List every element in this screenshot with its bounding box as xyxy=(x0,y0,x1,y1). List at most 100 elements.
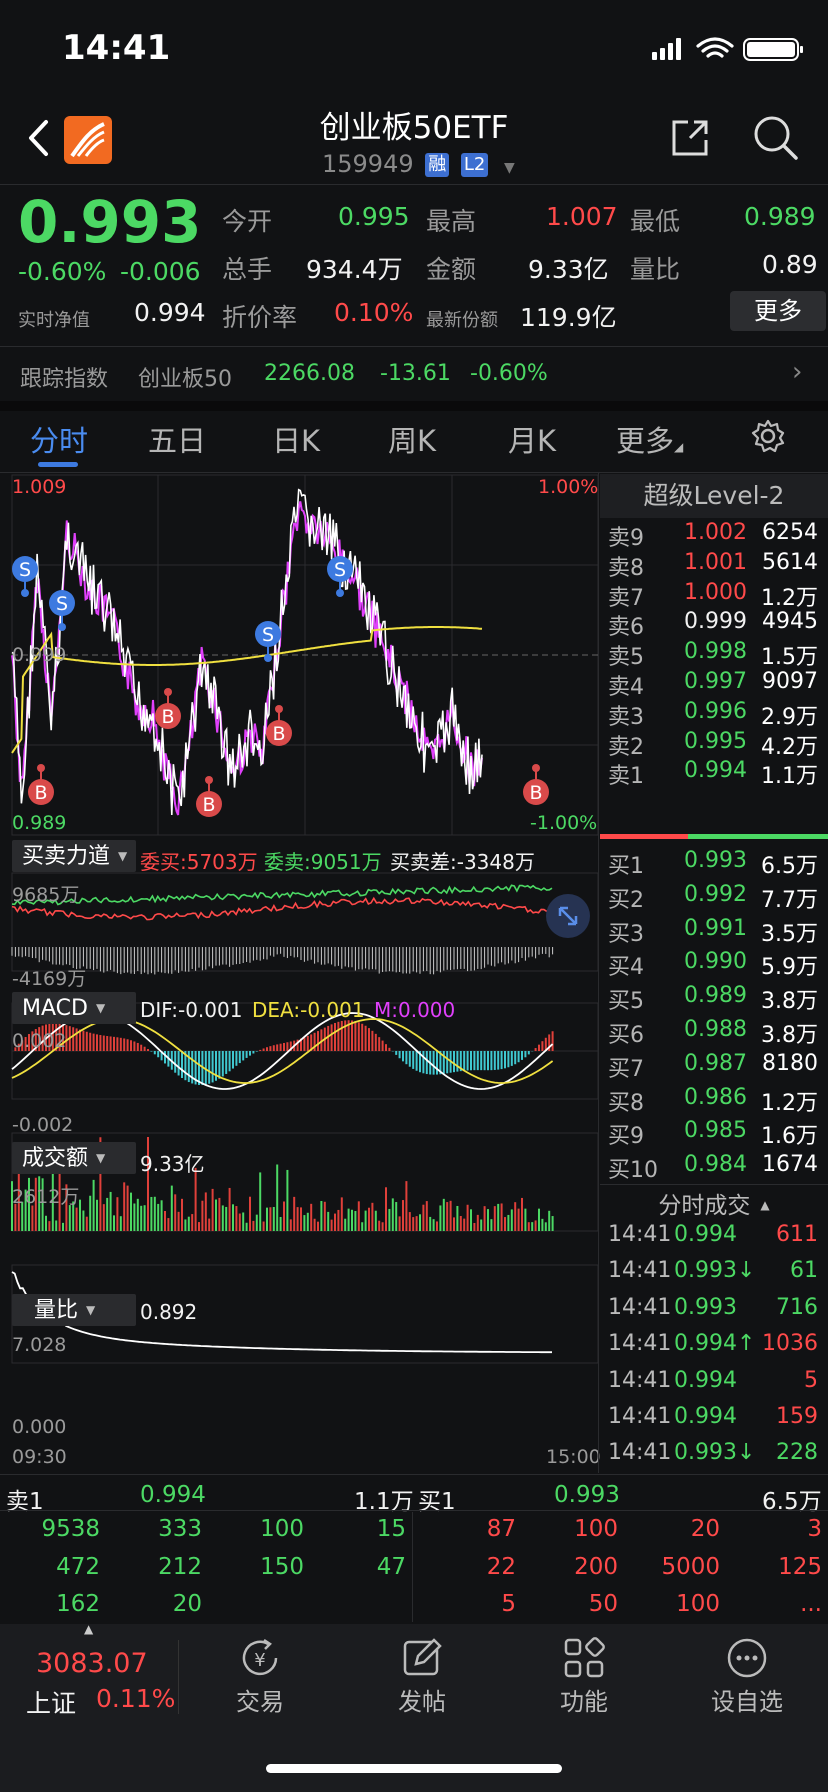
macd-indicator-selector[interactable]: MACD ▼ xyxy=(12,992,136,1024)
queue-sell-cell: 333 xyxy=(158,1516,202,1542)
tab-daily-k[interactable]: 日K xyxy=(272,418,320,460)
marker-dot xyxy=(336,589,344,597)
queue-sell-cell: 212 xyxy=(158,1553,202,1580)
queue-buy-cell: 87 xyxy=(486,1516,516,1542)
turnover-indicator-selector[interactable]: 成交额 ▼ xyxy=(12,1142,136,1174)
bid-price: 0.992 xyxy=(684,881,747,907)
trade-row: 14:41 0.994 159 xyxy=(600,1402,828,1438)
chevron-down-icon[interactable]: ▼ xyxy=(504,160,515,176)
macd-bottom: -0.002 xyxy=(12,1114,74,1136)
tracking-index-row[interactable]: 跟踪指数 创业板50 2266.08 -13.61 -0.60% › xyxy=(0,347,828,401)
bid-row[interactable]: 买10 0.984 1674 xyxy=(600,1150,828,1184)
ask-price: 0.997 xyxy=(684,669,747,694)
orderbook-title[interactable]: 超级Level-2 xyxy=(600,474,828,518)
power-sell: 委卖:9051万 xyxy=(264,850,382,874)
shares-label: 最新份额 xyxy=(426,310,498,331)
trade-row: 14:41 0.993↓ 228 xyxy=(600,1438,828,1474)
marker-dot xyxy=(37,764,45,772)
last-price: 0.993 xyxy=(18,188,202,256)
ask-price: 1.002 xyxy=(684,520,747,545)
nav-post[interactable]: 发帖 xyxy=(347,1630,497,1720)
power-indicator-selector[interactable]: 买卖力道 ▼ xyxy=(12,840,136,872)
grid-icon xyxy=(564,1637,605,1678)
marker-label: S xyxy=(19,559,31,581)
trade-volume: 1036 xyxy=(762,1331,818,1357)
edit-icon xyxy=(403,1638,442,1676)
more-button[interactable]: 更多 xyxy=(730,291,826,331)
nav-value: 0.994 xyxy=(134,298,206,327)
queue-buy-cell: 22 xyxy=(486,1553,516,1580)
settings-icon[interactable] xyxy=(750,418,786,454)
trade-volume: 611 xyxy=(776,1222,818,1247)
bid-row[interactable]: 买6 0.988 3.8万 xyxy=(600,1015,828,1049)
queue-sell-cell: 100 xyxy=(260,1516,304,1542)
turnover-title: 成交额 xyxy=(22,1146,89,1171)
queue-sell-cell: 9538 xyxy=(41,1516,100,1542)
queue-buy-cell: 125 xyxy=(778,1553,822,1580)
trade-price: 0.993↓ xyxy=(674,1440,756,1466)
ask-price: 1.001 xyxy=(684,549,747,575)
security-code: 159949 xyxy=(322,150,414,178)
bid-row[interactable]: 买4 0.990 5.9万 xyxy=(600,947,828,981)
bid-row[interactable]: 买2 0.992 7.7万 xyxy=(600,880,828,914)
time-end: 15:00 xyxy=(546,1446,601,1468)
tab-intraday[interactable]: 分时 xyxy=(30,418,88,460)
marker-dot xyxy=(21,589,29,597)
bid-label: 买9 xyxy=(608,1124,644,1150)
bid-row[interactable]: 买1 0.993 6.5万 xyxy=(600,846,828,880)
nav-trade-label: 交易 xyxy=(236,1688,284,1716)
bid-volume: 5.9万 xyxy=(761,955,818,981)
amount-value: 9.33亿 xyxy=(528,255,609,284)
change-pct: -0.60% xyxy=(18,257,107,286)
expand-button[interactable] xyxy=(546,894,590,938)
tab-active-indicator xyxy=(38,462,78,467)
index-ticker[interactable]: ▲ 3083.07 上证 0.11% xyxy=(0,1622,178,1726)
bid-row[interactable]: 买5 0.989 3.8万 xyxy=(600,981,828,1015)
trade-row: 14:41 0.993↓ 61 xyxy=(600,1256,828,1292)
nav-watchlist[interactable]: 设自选 xyxy=(672,1630,822,1720)
bid-row[interactable]: 买3 0.991 3.5万 xyxy=(600,914,828,948)
divider xyxy=(0,1510,828,1511)
ask-row[interactable]: 卖1 0.994 1.1万 xyxy=(600,756,828,790)
trade-row: 14:41 0.994 5 xyxy=(600,1366,828,1402)
power-title: 买卖力道 xyxy=(22,844,111,869)
bid-row[interactable]: 买9 0.985 1.6万 xyxy=(600,1116,828,1150)
marker-dot xyxy=(58,623,66,631)
bid-row[interactable]: 买7 0.987 8180 xyxy=(600,1049,828,1083)
volume-label: 总手 xyxy=(222,255,273,284)
low-value: 0.989 xyxy=(744,202,816,231)
price-line-white xyxy=(11,488,483,816)
volume-value: 934.4万 xyxy=(306,255,403,284)
trade-price: 0.994 xyxy=(674,1222,737,1247)
index-pct: 0.11% xyxy=(96,1684,176,1713)
high-label: 最高 xyxy=(426,207,477,236)
tracking-change: -13.61 xyxy=(380,361,451,386)
more-dots-icon xyxy=(727,1638,767,1678)
trades-title-row[interactable]: 分时成交 ▲ xyxy=(600,1186,828,1220)
ratio-bottom: 0.000 xyxy=(12,1416,67,1438)
nav-trade[interactable]: ¥ 交易 xyxy=(185,1630,335,1720)
power-bottom: -4169万 xyxy=(12,968,87,990)
tab-weekly-k[interactable]: 周K xyxy=(388,418,436,460)
nav-functions[interactable]: 功能 xyxy=(509,1630,659,1720)
bid-label: 买2 xyxy=(608,887,644,913)
ask-price: 0.995 xyxy=(684,728,747,754)
status-time: 14:41 xyxy=(62,28,171,68)
ratio-indicator-selector[interactable]: 量比 ▼ xyxy=(12,1294,136,1326)
marker-dot xyxy=(275,705,283,713)
tab-more[interactable]: 更多◢ xyxy=(616,418,683,460)
tab-five-day[interactable]: 五日 xyxy=(148,418,206,460)
trade-volume: 61 xyxy=(790,1258,818,1284)
tab-monthly-k[interactable]: 月K xyxy=(508,418,556,460)
section-gap xyxy=(0,401,828,411)
search-icon[interactable] xyxy=(752,114,800,162)
ratio-title: 量比 xyxy=(34,1298,79,1323)
divider xyxy=(412,1512,413,1622)
bid-volume: 3.5万 xyxy=(761,921,818,947)
share-icon[interactable] xyxy=(668,116,712,160)
chart-bottom-price: 0.989 xyxy=(12,812,67,834)
home-indicator xyxy=(266,1764,562,1773)
power-top: 9685万 xyxy=(12,884,80,906)
ask-label: 卖1 xyxy=(608,764,644,790)
bid-row[interactable]: 买8 0.986 1.2万 xyxy=(600,1083,828,1117)
